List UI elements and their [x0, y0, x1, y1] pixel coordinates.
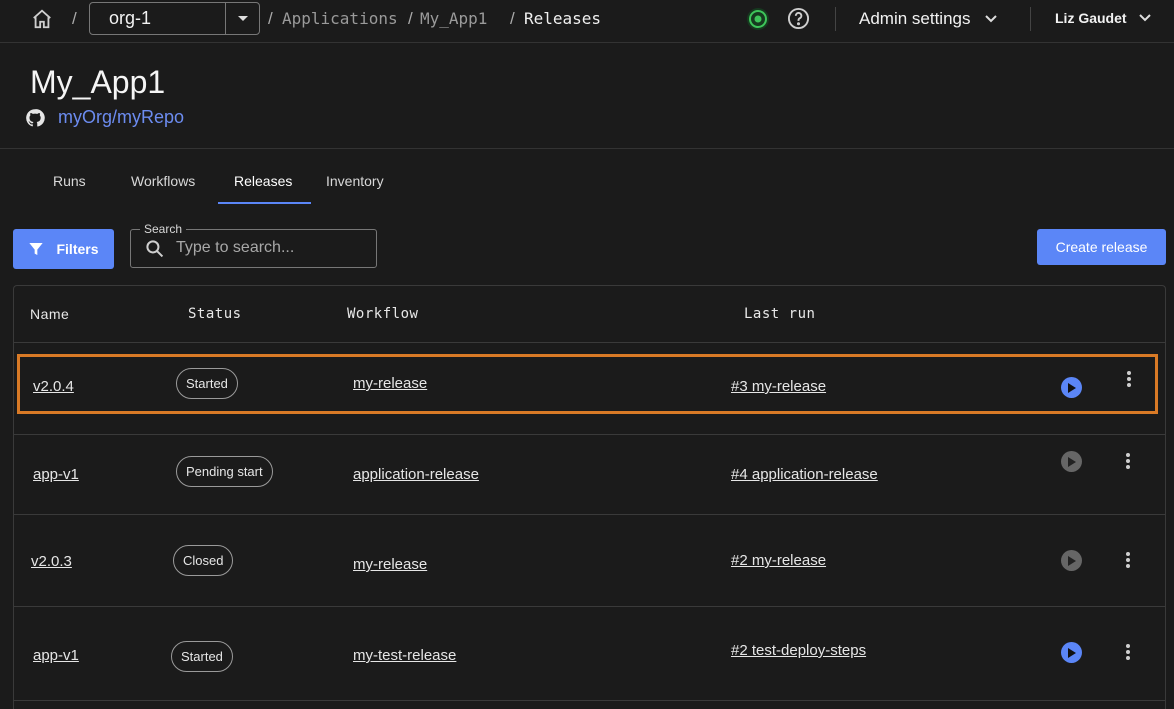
breadcrumb-separator: /	[72, 9, 77, 28]
filters-button[interactable]: Filters	[13, 229, 114, 269]
more-vertical-icon[interactable]	[1125, 644, 1131, 662]
row-divider	[14, 514, 1165, 515]
row-divider	[14, 342, 1165, 343]
home-icon[interactable]	[31, 8, 53, 30]
tab-inventory[interactable]: Inventory	[326, 173, 384, 189]
chevron-down-icon[interactable]	[225, 3, 259, 34]
repo-link[interactable]: myOrg/myRepo	[58, 107, 184, 128]
org-select-value: org-1	[109, 8, 152, 28]
status-online-icon	[747, 8, 769, 30]
chevron-down-icon	[1138, 14, 1151, 22]
divider	[0, 148, 1174, 149]
user-name: Liz Gaudet	[1055, 10, 1127, 26]
more-vertical-icon[interactable]	[1125, 552, 1131, 570]
play-icon[interactable]	[1061, 550, 1082, 571]
row-divider	[14, 434, 1165, 435]
workflow-link[interactable]: my-test-release	[353, 647, 456, 664]
repo-link-row: myOrg/myRepo	[25, 107, 184, 128]
workflow-link[interactable]: application-release	[353, 466, 479, 483]
tab-workflows[interactable]: Workflows	[131, 173, 195, 189]
last-run-link[interactable]: #4 application-release	[731, 466, 878, 483]
workflow-link[interactable]: my-release	[353, 556, 427, 573]
tab-runs[interactable]: Runs	[53, 173, 86, 189]
divider	[835, 7, 836, 31]
user-menu[interactable]: Liz Gaudet	[1055, 10, 1151, 26]
release-name-link[interactable]: app-v1	[33, 647, 79, 664]
breadcrumb-current: Releases	[524, 9, 602, 28]
status-badge: Closed	[173, 545, 234, 576]
tab-releases[interactable]: Releases	[234, 173, 292, 189]
release-name-link[interactable]: v2.0.3	[31, 553, 72, 570]
last-run-link[interactable]: #2 test-deploy-steps	[731, 642, 866, 659]
column-header-workflow: Workflow	[347, 306, 419, 322]
search-label: Search	[140, 222, 187, 236]
play-icon[interactable]	[1061, 642, 1082, 663]
chevron-down-icon	[984, 15, 997, 23]
breadcrumb-separator: /	[510, 9, 515, 28]
more-vertical-icon[interactable]	[1125, 453, 1131, 471]
breadcrumb-applications[interactable]: Applications	[282, 9, 398, 28]
top-bar: / org-1 / Applications / My_App1 / Relea…	[0, 0, 1174, 43]
github-icon	[26, 108, 45, 127]
divider	[1030, 7, 1031, 31]
column-header-status: Status	[188, 306, 242, 322]
column-header-last-run: Last run	[744, 306, 816, 322]
breadcrumb-app[interactable]: My_App1	[420, 9, 487, 28]
admin-settings-label: Admin settings	[859, 9, 971, 28]
page-title: My_App1	[30, 64, 166, 100]
search-input[interactable]	[176, 238, 366, 258]
row-divider	[14, 606, 1165, 607]
column-header-name: Name	[30, 306, 70, 322]
play-icon[interactable]	[1061, 451, 1082, 472]
breadcrumb-separator: /	[408, 9, 413, 28]
status-badge: Started	[171, 641, 233, 672]
release-name-link[interactable]: app-v1	[33, 466, 79, 483]
org-select[interactable]: org-1	[89, 2, 260, 35]
create-release-button[interactable]: Create release	[1037, 229, 1166, 265]
breadcrumb-separator: /	[268, 9, 273, 28]
last-run-link[interactable]: #2 my-release	[731, 552, 826, 569]
filters-label: Filters	[56, 241, 99, 257]
search-icon	[146, 240, 164, 258]
active-tab-indicator	[218, 202, 311, 204]
row-highlight	[17, 354, 1158, 414]
row-divider	[14, 700, 1165, 701]
filter-icon	[29, 243, 44, 255]
admin-settings-menu[interactable]: Admin settings	[859, 9, 997, 29]
status-badge: Pending start	[176, 456, 273, 487]
help-icon[interactable]	[787, 7, 810, 30]
